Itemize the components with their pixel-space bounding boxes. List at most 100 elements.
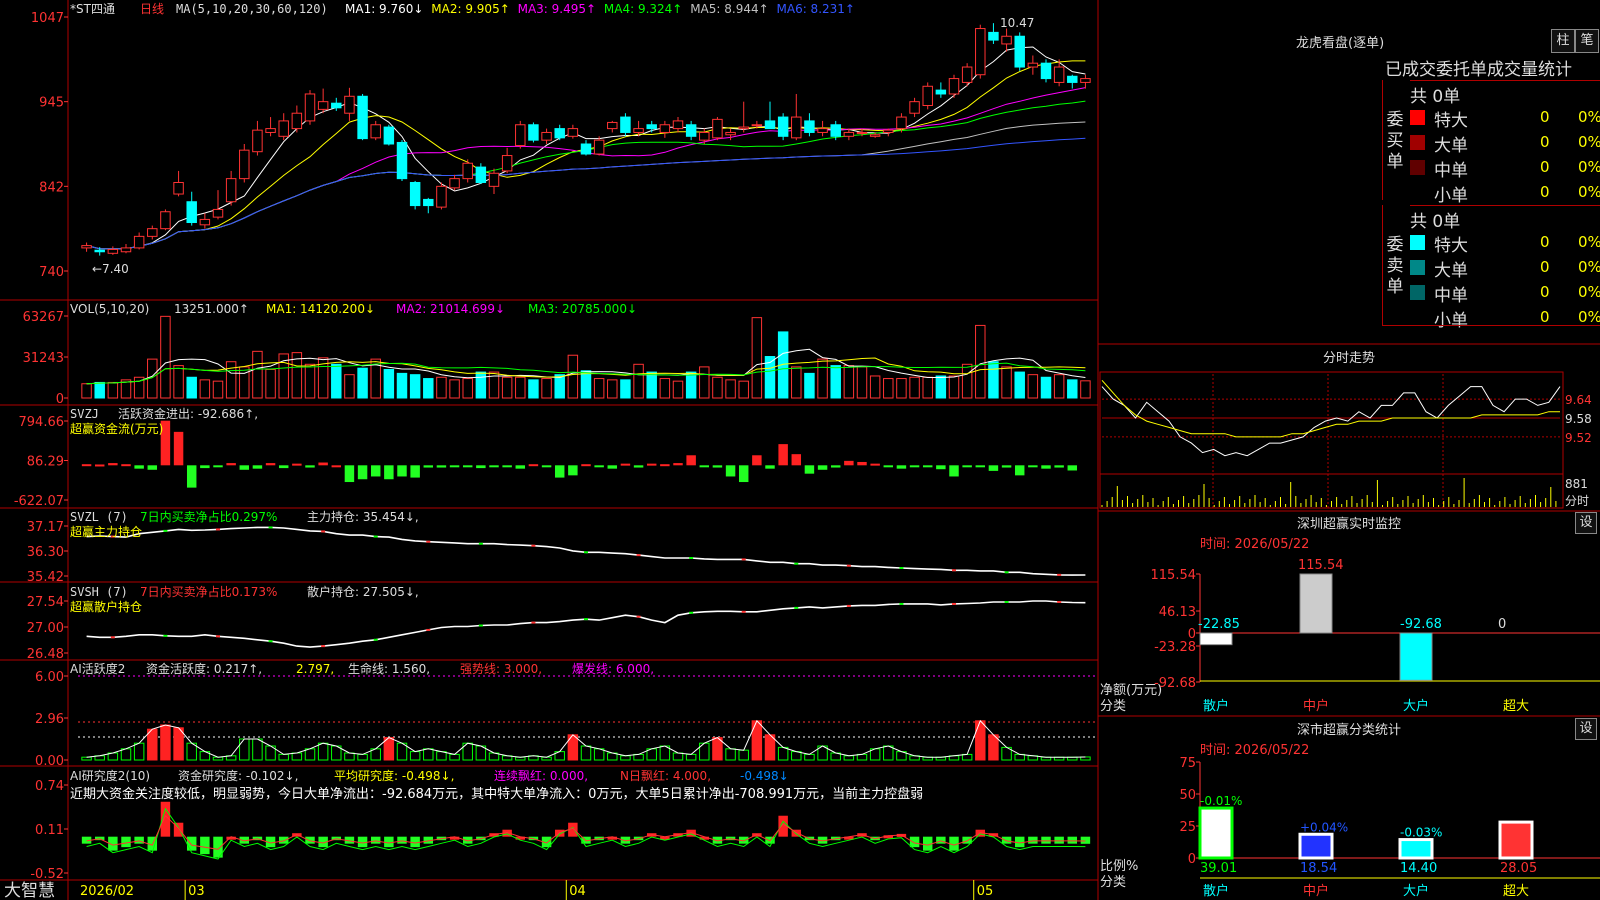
ai-bar (120, 748, 132, 761)
svzj-bar (686, 455, 696, 466)
longhu-subtitle: 已成交委托单成交量统计 (1385, 60, 1572, 80)
sm-stats-time: 时间: 2026/05/22 (1200, 743, 1309, 758)
candle-up (791, 116, 802, 139)
period-label[interactable]: 日线 (140, 2, 164, 16)
stock-name[interactable]: *ST四通 (70, 2, 115, 16)
candle-up (449, 178, 460, 189)
ai2-bar (186, 836, 197, 851)
sz-monitor-settings-button[interactable]: 设 (1575, 512, 1597, 534)
svzj-bar (1041, 465, 1051, 469)
group-row-value: 0 (1540, 233, 1550, 251)
ai-bar (304, 748, 316, 761)
ai-bar (672, 752, 684, 761)
ai-bar (685, 753, 697, 761)
sz-bar-value: -92.68 (1400, 617, 1442, 632)
candle-up (751, 124, 763, 127)
sm-stats-title: 深市超赢分类统计 (1297, 722, 1401, 738)
svzj-bar (752, 455, 762, 466)
candle-down (1067, 75, 1078, 83)
svzj-bar (515, 465, 526, 469)
candle-up (462, 162, 473, 180)
svzj-bar (147, 465, 158, 470)
volume-header-text: MA1: 14120.200↓ (266, 302, 375, 316)
svzj-bar (844, 460, 854, 466)
axis-tick-label: 27.54 (27, 595, 64, 610)
candle-down (777, 116, 789, 137)
group-row-value: 0 (1540, 108, 1550, 126)
svzj-bar (528, 464, 539, 467)
ai-bar (777, 746, 789, 761)
svzj-axis: 794.66 86.29 -622.07 (14, 415, 68, 509)
group-row-label: 中单 (1434, 286, 1468, 306)
svzj-bar (226, 463, 236, 466)
candle-up (725, 131, 736, 136)
volume-bar (462, 378, 473, 399)
candle-down (554, 128, 565, 139)
ai-axis: 6.00 2.96 0.00 (35, 670, 68, 769)
sz-bar (1199, 632, 1233, 646)
group-row-percent: 0% (1578, 258, 1600, 276)
volume-bar (791, 366, 802, 399)
group-swatch (1410, 160, 1425, 175)
candle-up (304, 93, 316, 122)
group-row-value: 0 (1540, 183, 1550, 201)
group-row-percent: 0% (1578, 133, 1600, 151)
group-row-percent: 0% (1578, 108, 1600, 126)
fenshi-frame (1099, 371, 1564, 509)
ma-values: MA1: 9.760↓ MA2: 9.905↑ MA3: 9.495↑ MA4: 9.… (345, 2, 855, 16)
axis-tick-label: 37.17 (27, 520, 64, 535)
ma-value-ma6: MA6: 8.231↑ (777, 2, 855, 16)
indicator-tick (846, 564, 851, 567)
candle-down (620, 116, 631, 133)
group-row-value: 0 (1540, 133, 1550, 151)
candle-up (541, 131, 552, 141)
candle-up (607, 121, 618, 130)
svzj-bar (410, 465, 420, 478)
svsh-name: SVSH (7) (70, 585, 128, 599)
tab-column[interactable]: 柱 (1551, 29, 1575, 53)
ai2-bar (1028, 836, 1038, 844)
volume-bar (173, 365, 184, 399)
brand-label: 大智慧 (4, 881, 55, 900)
candle-down (357, 95, 368, 140)
volume-bar (607, 379, 618, 399)
group-swatch (1410, 185, 1425, 200)
indicator-tick (741, 610, 746, 613)
candle-up (199, 218, 211, 226)
sm-category-label: 大户 (1403, 883, 1429, 899)
candle-up (107, 248, 119, 254)
month-tick-label: 03 (188, 884, 205, 899)
group-swatch (1410, 135, 1425, 150)
ai-bar (291, 752, 303, 761)
volume-bar (804, 372, 815, 399)
ai2-nred: N日飘红: 4.000, (620, 768, 711, 783)
candle-up (856, 131, 868, 134)
sm-bar-value: 18.54 (1300, 861, 1337, 876)
sm-axis-label: 25 (1179, 820, 1196, 835)
group-row-label: 小单 (1434, 186, 1468, 206)
ai-bar (975, 720, 986, 761)
ai-value2: 2.797, (296, 662, 334, 676)
indicator-tick (689, 611, 694, 614)
ai2-axis: 0.74 0.11 -0.52 (30, 779, 68, 882)
volume-bar (830, 365, 841, 399)
candle-up (593, 139, 605, 155)
ai-bar (278, 753, 289, 761)
indicator-tick (110, 636, 115, 639)
tab-tick[interactable]: 笔 (1575, 29, 1599, 53)
indicator-tick (216, 528, 220, 531)
ai2-bar (1054, 836, 1064, 844)
group-label: 委卖单 (1386, 235, 1404, 297)
candle-down (1040, 62, 1052, 80)
sm-axis-label: 0 (1188, 852, 1196, 867)
indicator-tick (268, 526, 273, 529)
volume-bar (843, 365, 855, 399)
sm-bar-value: 14.40 (1400, 861, 1437, 876)
sz-unit-label: 净额(万元) (1100, 683, 1162, 698)
volume-bar (475, 371, 487, 399)
svsh-subtitle: 超赢散户持仓 (70, 599, 142, 614)
svzj-bar (1014, 465, 1025, 476)
svzj-bar (870, 463, 880, 466)
month-ticks: 03 04 05 (184, 880, 993, 900)
sm-stats-settings-button[interactable]: 设 (1575, 718, 1597, 740)
